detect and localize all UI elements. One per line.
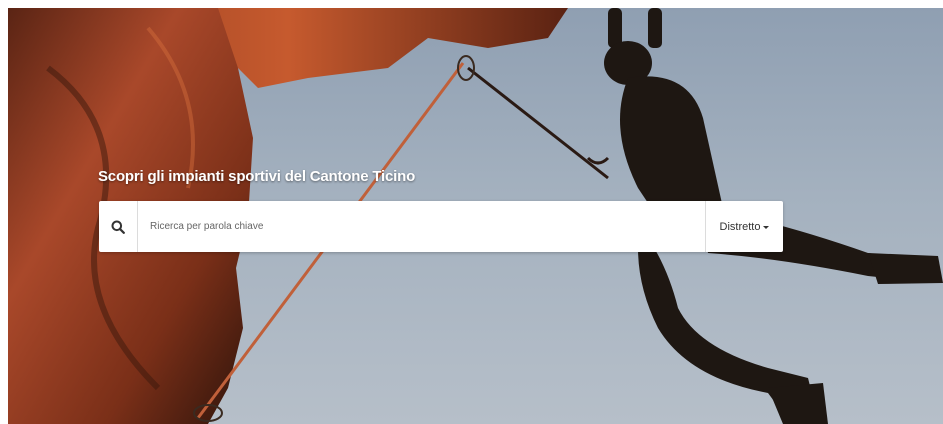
district-dropdown[interactable]: Distretto: [705, 201, 783, 252]
search-button[interactable]: [99, 201, 138, 252]
caret-down-icon: [763, 225, 770, 229]
search-bar: Distretto: [99, 201, 783, 252]
search-icon: [111, 220, 125, 234]
search-input[interactable]: [138, 201, 705, 252]
hero-banner: Scopri gli impianti sportivi del Cantone…: [8, 8, 943, 424]
hero-headline: Scopri gli impianti sportivi del Cantone…: [98, 168, 416, 185]
district-dropdown-label: Distretto: [719, 220, 761, 233]
